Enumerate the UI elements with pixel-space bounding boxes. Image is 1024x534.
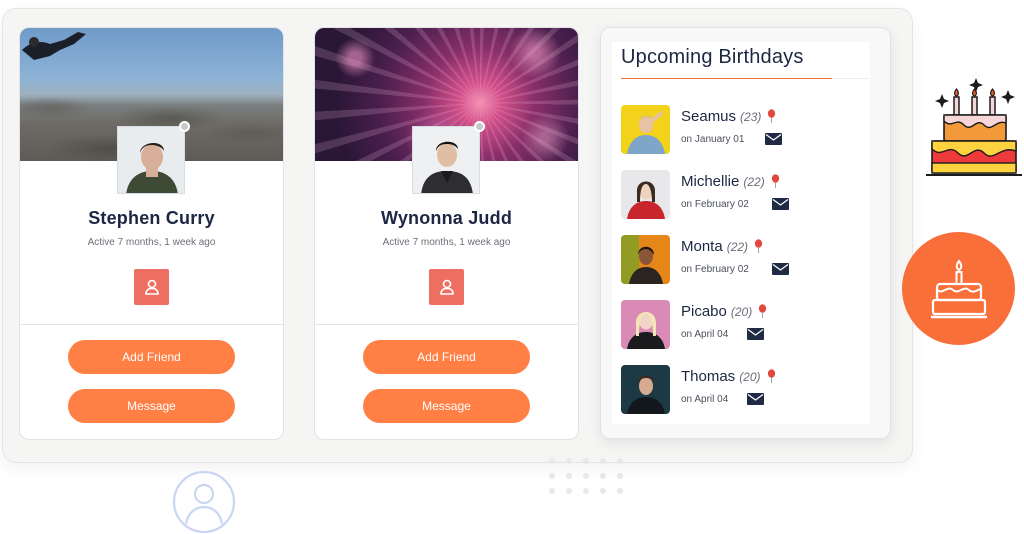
member-card: Stephen Curry Active 7 months, 1 week ag… — [19, 27, 284, 440]
birthday-person-name[interactable]: Picabo (20) — [681, 303, 767, 320]
person-age: (22) — [743, 175, 765, 189]
balloon-icon — [771, 174, 779, 188]
divider — [20, 324, 283, 325]
birthday-cake-icon — [930, 258, 987, 318]
birthday-item: Monta (22) on February 02 — [621, 235, 861, 285]
view-profile-button[interactable] — [134, 269, 169, 305]
view-profile-button[interactable] — [429, 269, 464, 305]
avatar[interactable] — [621, 235, 670, 284]
person-age: (22) — [726, 240, 749, 254]
avatar[interactable] — [621, 365, 670, 414]
birthday-item: Thomas (20) on April 04 — [621, 365, 861, 415]
upcoming-birthdays-panel: Upcoming Birthdays Seamus (23) on January… — [600, 27, 891, 439]
divider — [315, 324, 578, 325]
last-active: Active 7 months, 1 week ago — [382, 237, 511, 248]
message-button[interactable]: Message — [363, 389, 530, 423]
birthday-date: on April 04 — [681, 329, 729, 340]
user-icon — [144, 279, 159, 295]
birthday-date: on February 02 — [681, 264, 749, 275]
decorative-dot-grid — [549, 458, 623, 494]
envelope-icon[interactable] — [772, 263, 789, 275]
cover-person-figure — [22, 32, 86, 60]
add-friend-button[interactable]: Add Friend — [68, 340, 235, 374]
birthday-item: Michellie (22) on February 02 — [621, 170, 861, 220]
birthday-date: on February 02 — [681, 199, 749, 210]
avatar[interactable] — [621, 300, 670, 349]
birthday-person-name[interactable]: Seamus (23) — [681, 108, 776, 125]
member-name[interactable]: Wynonna Judd — [315, 208, 578, 229]
person-name[interactable]: Picabo — [681, 303, 727, 320]
birthday-person-name[interactable]: Michellie (22) — [681, 173, 780, 190]
birthday-item: Seamus (23) on January 01 — [621, 105, 861, 155]
message-button[interactable]: Message — [68, 389, 235, 423]
birthdays-content: Upcoming Birthdays Seamus (23) on January… — [612, 42, 870, 424]
avatar[interactable] — [117, 126, 185, 194]
envelope-icon[interactable] — [772, 198, 789, 210]
birthday-badge — [902, 232, 1015, 345]
envelope-icon[interactable] — [747, 328, 764, 340]
birthday-item: Picabo (20) on April 04 — [621, 300, 861, 350]
person-name[interactable]: Seamus — [681, 108, 736, 125]
person-name[interactable]: Michellie — [681, 173, 739, 190]
member-name[interactable]: Stephen Curry — [20, 208, 283, 229]
balloon-icon — [767, 369, 775, 383]
status-indicator — [179, 121, 190, 132]
status-indicator — [474, 121, 485, 132]
member-card: Wynonna Judd Active 7 months, 1 week ago… — [314, 27, 579, 440]
last-active: Active 7 months, 1 week ago — [87, 237, 216, 248]
avatar[interactable] — [621, 170, 670, 219]
person-age: (23) — [740, 110, 762, 124]
user-icon — [439, 279, 454, 295]
person-age: (20) — [730, 305, 753, 319]
birthday-date: on April 04 — [681, 394, 729, 405]
birthday-person-name[interactable]: Thomas (20) — [681, 368, 776, 385]
envelope-icon[interactable] — [747, 393, 764, 405]
balloon-icon — [768, 109, 776, 123]
birthday-cake-icon — [926, 78, 1022, 176]
balloon-icon — [759, 304, 767, 318]
panel-title: Upcoming Birthdays — [621, 46, 804, 68]
balloon-icon — [754, 239, 763, 253]
add-friend-button[interactable]: Add Friend — [363, 340, 530, 374]
avatar[interactable] — [621, 105, 670, 154]
user-outline-icon — [172, 470, 236, 534]
person-name[interactable]: Monta — [681, 238, 723, 255]
person-age: (20) — [739, 370, 761, 384]
title-underline — [621, 78, 832, 79]
birthday-date: on January 01 — [681, 134, 745, 145]
person-name[interactable]: Thomas — [681, 368, 735, 385]
birthday-person-name[interactable]: Monta (22) — [681, 238, 763, 255]
envelope-icon[interactable] — [765, 133, 782, 145]
avatar[interactable] — [412, 126, 480, 194]
